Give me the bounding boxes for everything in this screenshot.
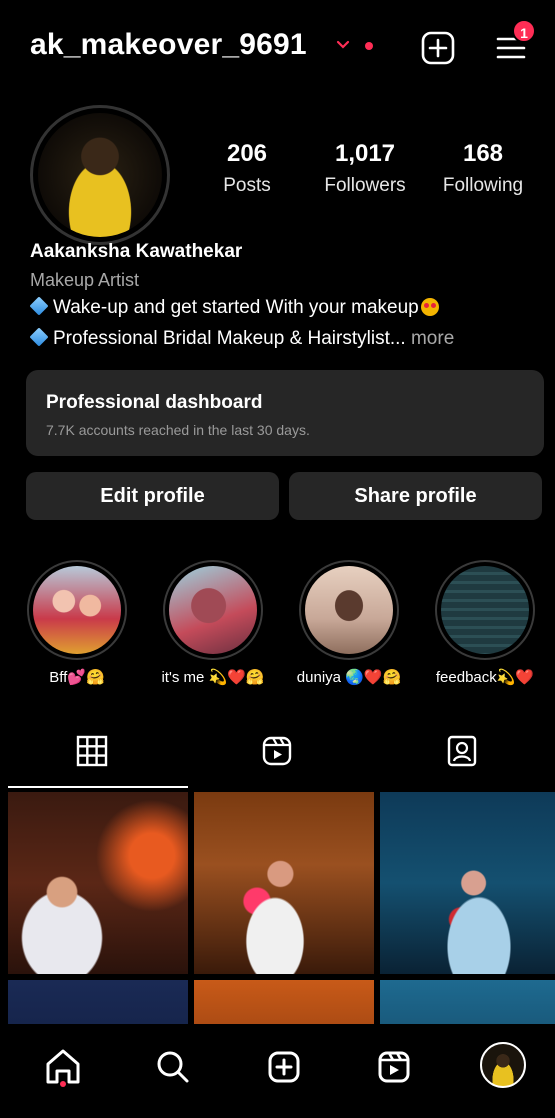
posts-count: 206 (226, 140, 268, 167)
profile-category: Makeup Artist (30, 270, 140, 290)
nav-search[interactable] (148, 1042, 198, 1092)
tagged-icon (447, 735, 477, 767)
following-stat[interactable]: 168 Following (433, 140, 533, 197)
followers-stat[interactable]: 1,017 Followers (310, 140, 420, 197)
dashboard-title: Professional dashboard (46, 392, 263, 413)
post-thumbnail[interactable] (380, 980, 555, 1024)
reels-icon (262, 736, 292, 766)
profile-avatar[interactable] (38, 113, 162, 237)
home-activity-dot (60, 1081, 66, 1087)
professional-dashboard-card[interactable]: Professional dashboard 7.7K accounts rea… (26, 370, 544, 456)
bio-more-link[interactable]: more (411, 328, 454, 349)
highlight-label: Bff💕🤗 (49, 669, 105, 686)
story-highlight[interactable]: feedback💫❤️ (435, 560, 535, 686)
story-highlight[interactable]: Bff💕🤗 (27, 560, 127, 686)
story-highlight[interactable]: duniya 🌏❤️🤗 (297, 560, 401, 686)
posts-label: Posts (223, 175, 271, 196)
followers-label: Followers (324, 175, 406, 196)
diamond-icon (29, 327, 49, 347)
highlight-ring[interactable] (435, 560, 535, 660)
followers-count: 1,017 (334, 140, 396, 167)
post-thumbnail[interactable] (8, 980, 188, 1024)
heart-eyes-emoji-icon (420, 298, 439, 316)
profile-name: Aakanksha Kawathekar (30, 241, 243, 262)
username-title[interactable]: ak_makeover_9691 (30, 28, 307, 62)
story-highlight[interactable]: it's me 💫❤️🤗 (161, 560, 265, 686)
profile-content-tabs (0, 720, 555, 788)
profile-avatar (480, 1042, 526, 1088)
diamond-icon (29, 296, 49, 316)
dashboard-subtitle: 7.7K accounts reached in the last 30 day… (46, 422, 310, 438)
highlight-label: duniya 🌏❤️🤗 (296, 669, 402, 686)
profile-header: ak_makeover_9691 1 (0, 0, 555, 100)
bio-text-2: Professional Bridal Makeup & Hairstylist… (53, 328, 406, 349)
nav-create[interactable] (259, 1042, 309, 1092)
highlight-thumbnail (169, 566, 257, 654)
chevron-down-icon[interactable] (336, 40, 350, 50)
post-thumbnail[interactable] (194, 980, 374, 1024)
nav-profile[interactable] (480, 1042, 530, 1092)
grid-icon (76, 735, 108, 767)
share-profile-button[interactable]: Share profile (289, 472, 542, 520)
highlight-thumbnail (33, 566, 121, 654)
bio-line-1: Wake-up and get started With your makeup (29, 296, 439, 319)
notification-badge: 1 (512, 19, 536, 43)
following-label: Following (442, 175, 524, 196)
search-icon (157, 1051, 189, 1083)
bio-text-1: Wake-up and get started With your makeup (53, 297, 419, 318)
posts-grid (8, 792, 555, 1024)
post-thumbnail[interactable] (8, 792, 188, 974)
add-post-icon[interactable] (421, 31, 455, 65)
highlight-label: it's me 💫❤️🤗 (161, 669, 265, 686)
posts-stat[interactable]: 206 Posts (207, 140, 287, 197)
bio-line-2: Professional Bridal Makeup & Hairstylist… (29, 327, 454, 350)
edit-profile-button[interactable]: Edit profile (26, 472, 279, 520)
tab-posts-grid[interactable] (0, 720, 185, 788)
post-thumbnail[interactable] (380, 792, 555, 974)
bottom-navigation (0, 1024, 555, 1118)
account-status-dot (365, 42, 373, 50)
highlight-thumbnail (305, 566, 393, 654)
highlight-ring[interactable] (27, 560, 127, 660)
create-icon (268, 1051, 300, 1083)
highlight-ring[interactable] (163, 560, 263, 660)
highlight-ring[interactable] (299, 560, 399, 660)
post-thumbnail[interactable] (194, 792, 374, 974)
following-count: 168 (462, 140, 504, 167)
reels-icon (378, 1051, 410, 1083)
profile-avatar-ring[interactable] (30, 105, 170, 245)
nav-reels[interactable] (369, 1042, 419, 1092)
tab-reels[interactable] (185, 720, 370, 788)
tab-tagged[interactable] (370, 720, 555, 788)
active-tab-indicator (8, 786, 188, 788)
highlight-thumbnail (441, 566, 529, 654)
highlight-label: feedback💫❤️ (435, 669, 535, 686)
